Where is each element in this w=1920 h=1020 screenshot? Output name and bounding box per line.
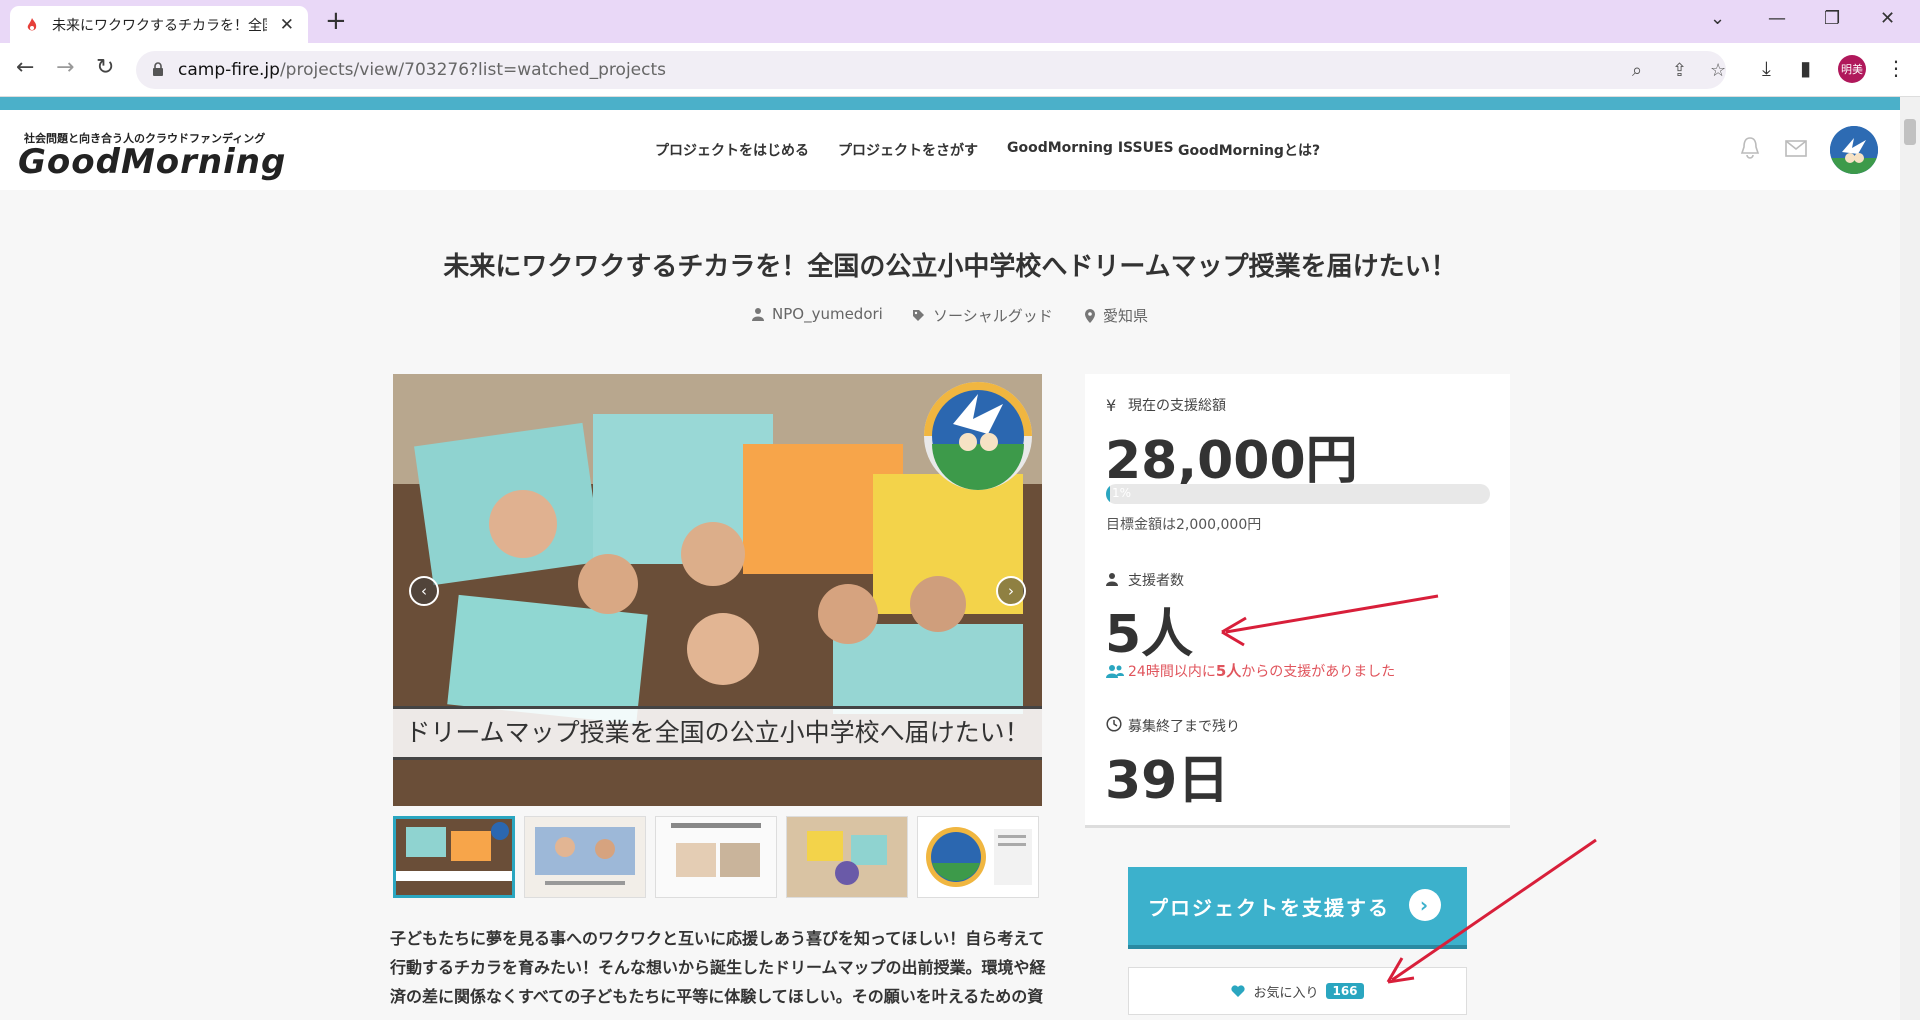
clock-icon <box>1106 716 1122 732</box>
thumbnail-3[interactable] <box>655 816 777 898</box>
progress-percent: 1% <box>1112 486 1132 500</box>
nav-about[interactable]: GoodMorningとは? <box>1178 140 1320 160</box>
scroll-thumb[interactable] <box>1904 119 1916 145</box>
users-icon <box>1106 664 1124 678</box>
tab-title: 未来にワクワクするチカラを！全国の <box>52 17 267 34</box>
recent-count: 5人 <box>1215 662 1242 680</box>
funding-stats-card: ¥ 現在の支援総額 28,000円 1% 目標金額は2,000,000円 支援者数… <box>1085 374 1510 828</box>
user-avatar[interactable] <box>1830 126 1878 174</box>
location-name: 愛知県 <box>1103 307 1149 325</box>
page-scrollbar[interactable] <box>1900 97 1920 1020</box>
chevron-right-icon: › <box>1409 889 1441 921</box>
download-icon[interactable]: ⤓ <box>1762 56 1771 80</box>
support-button-label: プロジェクトを支援する <box>1148 895 1390 920</box>
thumbnail-2[interactable] <box>524 816 646 898</box>
supporters-count: 5人 <box>1105 605 1194 665</box>
lock-icon <box>153 62 163 76</box>
url-path: /projects/view/703276?list=watched_proje… <box>279 60 666 80</box>
favorite-button[interactable]: お気に入り 166 <box>1128 967 1467 1015</box>
map-pin-icon <box>1085 308 1095 323</box>
new-tab-icon[interactable]: + <box>325 6 347 36</box>
side-panel-icon[interactable]: ▮ <box>1800 56 1811 80</box>
nav-issues[interactable]: GoodMorning ISSUES <box>1007 140 1174 156</box>
remaining-label: 募集終了まで残り <box>1106 716 1240 736</box>
tag-icon <box>913 310 924 321</box>
campfire-favicon-icon <box>27 17 37 30</box>
recent-support-notice: 24時間以内に 5人 からの支援がありました <box>1106 660 1395 681</box>
menu-icon[interactable]: ⋮ <box>1886 56 1906 80</box>
support-project-button[interactable]: プロジェクトを支援する › <box>1128 867 1467 945</box>
back-icon[interactable]: ← <box>16 55 34 80</box>
user-icon <box>1106 572 1118 586</box>
carousel-next-button[interactable]: › <box>996 576 1026 606</box>
forward-icon[interactable]: → <box>56 55 74 80</box>
address-bar[interactable]: camp-fire.jp/projects/view/703276?list=w… <box>136 51 1726 89</box>
restore-icon[interactable]: ❐ <box>1824 8 1840 29</box>
carousel-thumbnails <box>393 816 1042 898</box>
url-domain: camp-fire.jp <box>178 60 280 80</box>
project-owner[interactable]: NPO_yumedori <box>752 305 883 323</box>
project-description: 子どもたちに夢を見る事へのワクワクと互いに応援しあう喜びを知ってほしい！自ら考え… <box>390 929 1046 1006</box>
nav-start-project[interactable]: プロジェクトをはじめる <box>655 140 809 160</box>
carousel-prev-button[interactable]: ‹ <box>409 576 439 606</box>
user-icon <box>752 308 764 321</box>
browser-tab[interactable]: 未来にワクワクするチカラを！全国の ✕ <box>10 6 308 43</box>
project-location[interactable]: 愛知県 <box>1085 305 1148 326</box>
thumbnail-4[interactable] <box>786 816 908 898</box>
star-icon[interactable]: ☆ <box>1710 60 1726 81</box>
thumbnail-5[interactable] <box>917 816 1039 898</box>
profile-avatar[interactable]: 明美 <box>1838 55 1866 83</box>
funding-progress-bar: 1% <box>1106 484 1490 504</box>
owner-name: NPO_yumedori <box>772 305 883 323</box>
total-amount: 28,000円 <box>1105 431 1358 491</box>
browser-toolbar: ← → ↻ camp-fire.jp/projects/view/703276?… <box>0 43 1920 97</box>
hero-caption: ドリームマップ授業を全国の公立小中学校へ届けたい！ <box>393 706 1042 760</box>
project-title: 未来にワクワクするチカラを！全国の公立小中学校へドリームマップ授業を届けたい！ <box>443 252 1457 282</box>
close-window-icon[interactable]: ✕ <box>1880 8 1895 29</box>
accent-strip <box>0 97 1900 110</box>
share-icon[interactable]: ⇪ <box>1672 60 1687 81</box>
favorite-label: お気に入り <box>1253 985 1319 1001</box>
goal-amount: 目標金額は2,000,000円 <box>1106 517 1262 533</box>
favorite-count-badge: 166 <box>1326 983 1364 999</box>
remaining-label-text: 募集終了まで残り <box>1128 719 1240 735</box>
minimize-icon[interactable]: — <box>1768 8 1786 29</box>
thumbnail-1[interactable] <box>393 816 515 898</box>
bell-icon[interactable] <box>1740 136 1760 160</box>
tab-search-icon[interactable]: ⌄ <box>1710 8 1725 29</box>
project-category[interactable]: ソーシャルグッド <box>912 305 1053 326</box>
recent-prefix: 24時間以内に <box>1128 663 1216 680</box>
category-name: ソーシャルグッド <box>933 307 1053 325</box>
recent-suffix: からの支援がありました <box>1241 663 1396 680</box>
supporters-label: 支援者数 <box>1106 570 1184 590</box>
total-label-text: 現在の支援総額 <box>1128 398 1226 414</box>
total-label: ¥ 現在の支援総額 <box>1106 395 1226 415</box>
nav-find-project[interactable]: プロジェクトをさがす <box>838 140 978 160</box>
reload-icon[interactable]: ↻ <box>96 55 114 80</box>
heart-icon <box>1231 985 1246 997</box>
project-image-carousel[interactable]: ドリームマップ授業を全国の公立小中学校へ届けたい！ ‹ › <box>393 374 1042 806</box>
mail-icon[interactable] <box>1785 140 1807 157</box>
site-logo[interactable]: GoodMorning <box>18 142 286 182</box>
supporters-label-text: 支援者数 <box>1128 573 1184 589</box>
site-header: 社会問題と向き合う人のクラウドファンディング GoodMorning プロジェク… <box>0 110 1900 190</box>
close-icon[interactable]: ✕ <box>280 15 294 35</box>
yen-icon: ¥ <box>1106 395 1117 415</box>
remaining-days: 39日 <box>1105 751 1230 811</box>
zoom-icon[interactable]: ⌕ <box>1632 60 1642 81</box>
browser-tab-bar: 未来にワクワクするチカラを！全国の ✕ + ⌄ — ❐ ✕ <box>0 0 1920 43</box>
